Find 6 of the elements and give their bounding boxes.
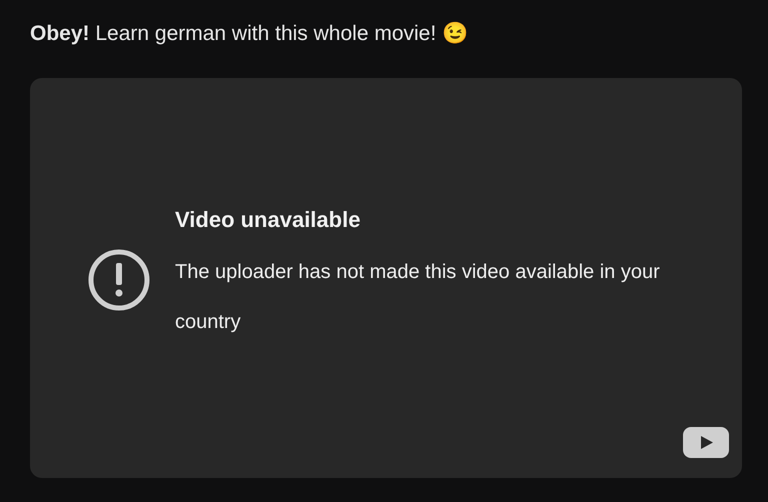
error-heading: Video unavailable [175,206,362,234]
exclamation-icon [87,248,151,312]
error-message: The uploader has not made this video available in your country [175,260,661,335]
post-title: Obey! Learn german with this whole movie! 😉 [30,21,470,47]
play-logo-icon[interactable] [683,427,729,458]
video-player[interactable]: Video unavailable The uploader has not made this video available in your country [30,78,742,478]
